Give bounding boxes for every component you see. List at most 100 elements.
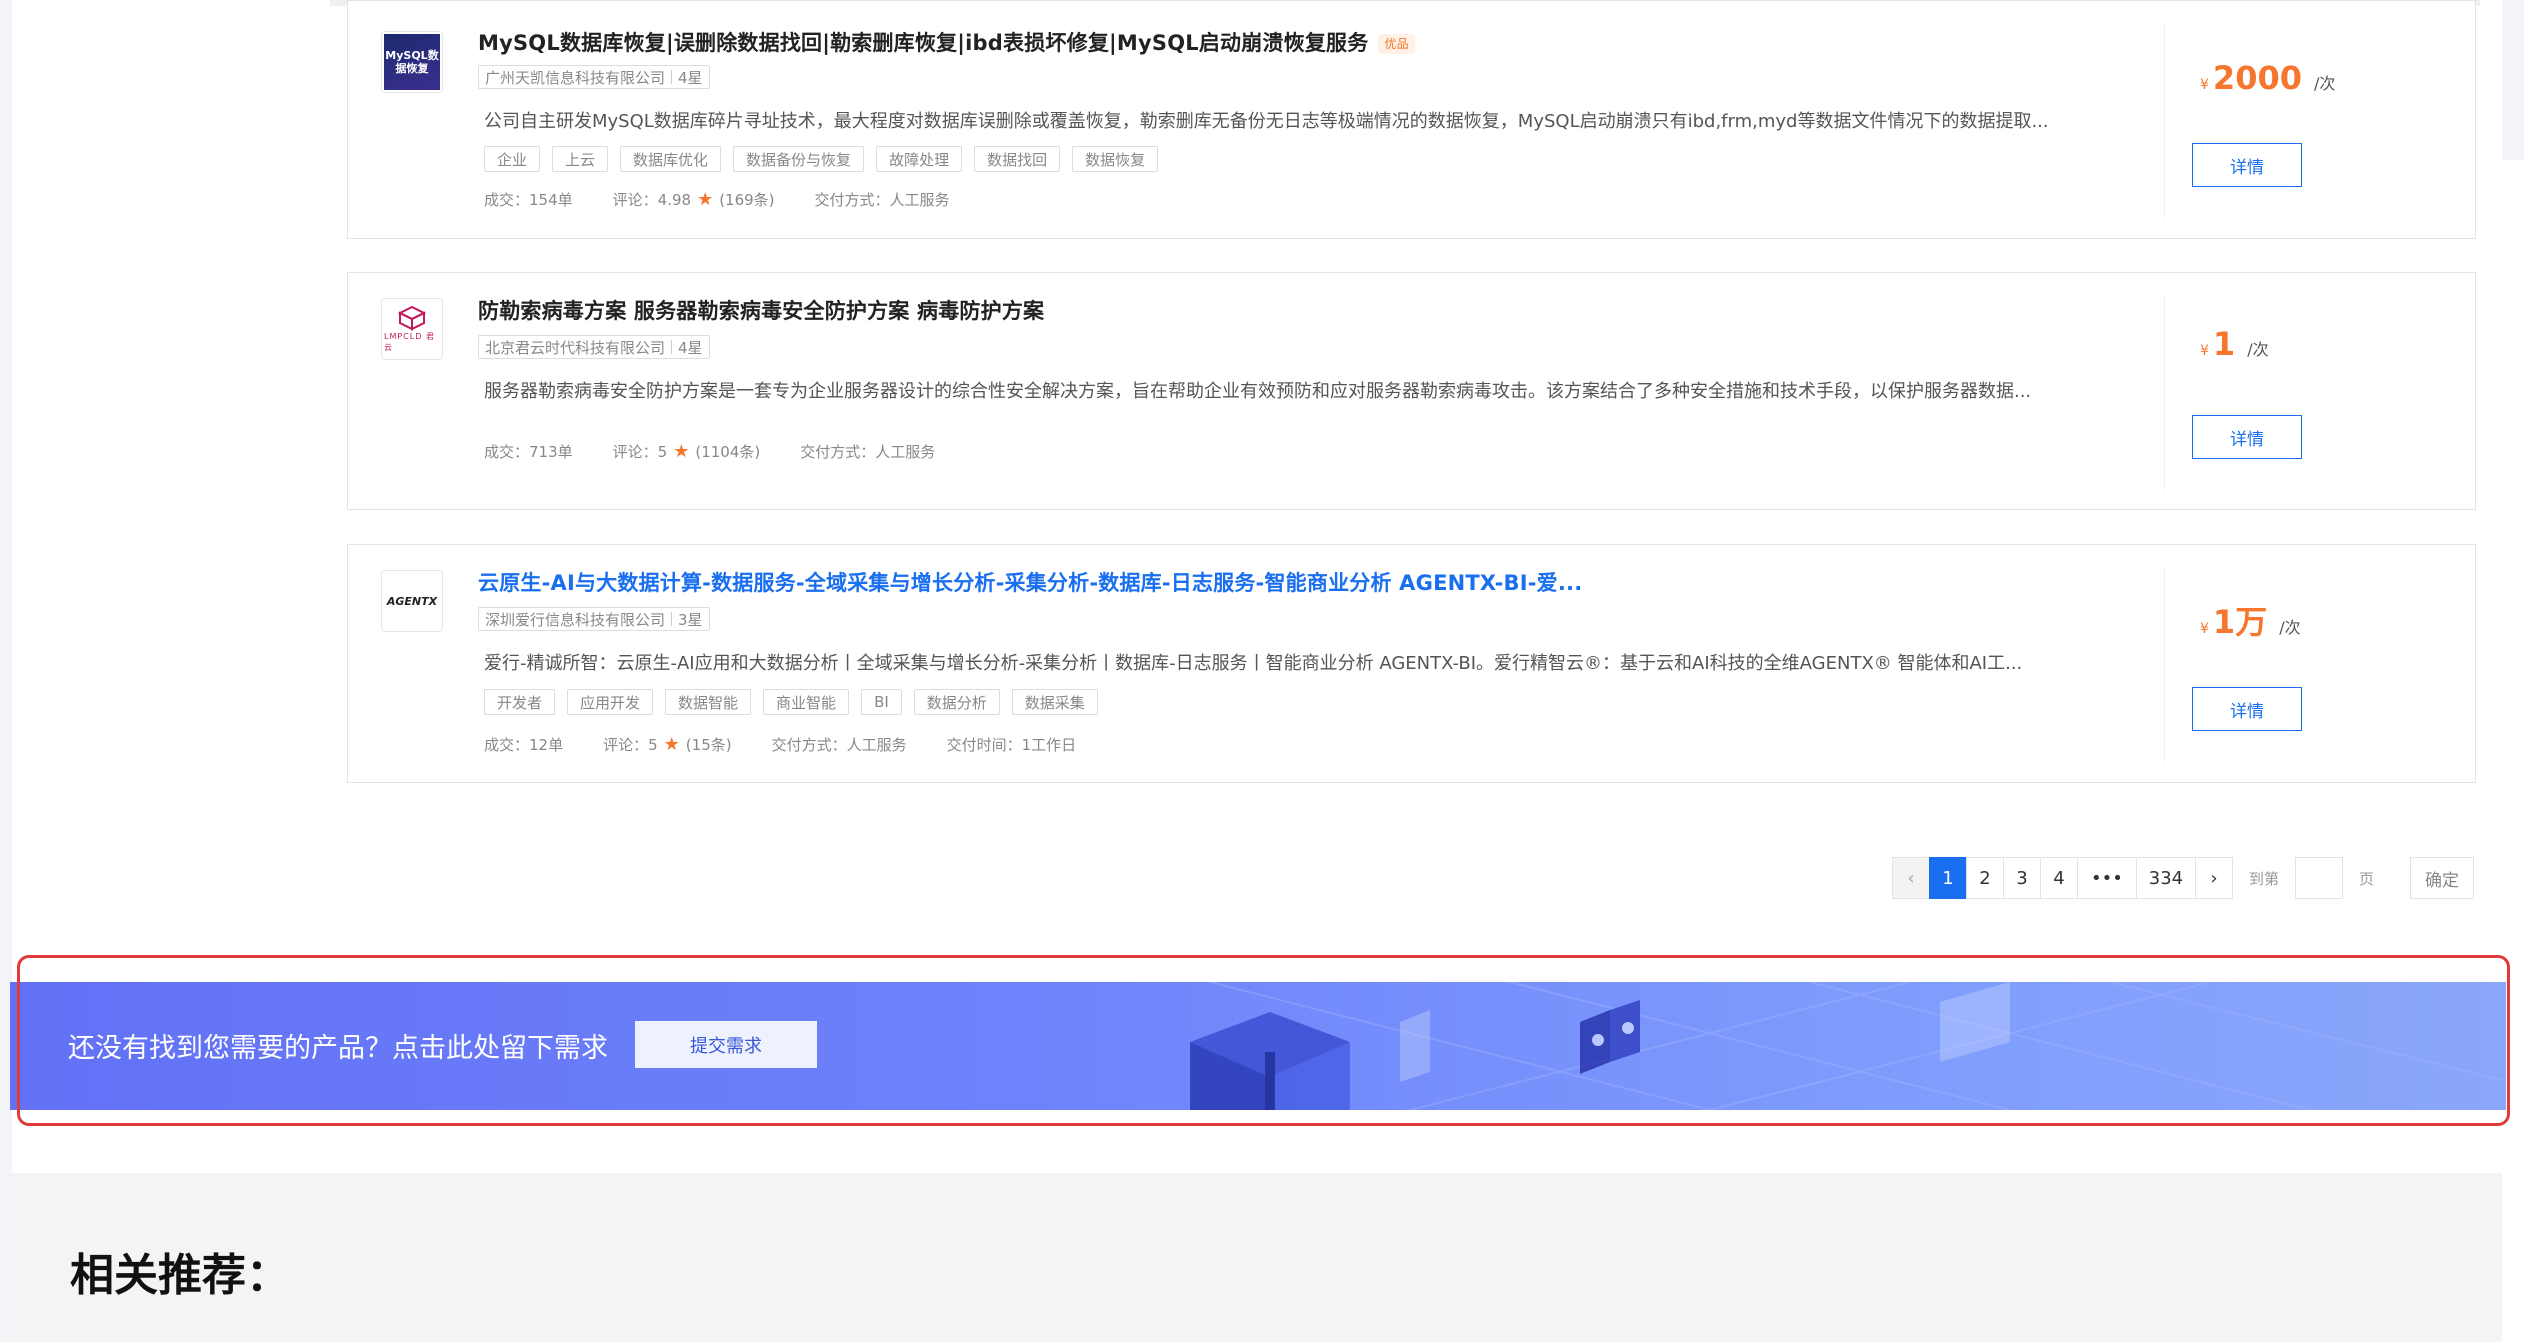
tag: 应用开发 (567, 689, 654, 715)
lmpcld-logo-icon: LMPCLD 君云 (384, 301, 440, 357)
delivery-method: 交付方式：人工服务 (814, 191, 950, 209)
product-description: 公司自主研发MySQL数据库碎片寻址技术，最大程度对数据库误删除或覆盖恢复，勒索… (484, 111, 2049, 132)
price-value: 1 (2212, 325, 2236, 363)
page-button-4[interactable]: 4 (2039, 857, 2078, 899)
tag-list: 开发者 应用开发 数据智能 商业智能 BI 数据分析 数据采集 (484, 689, 1098, 715)
tag: 企业 (484, 146, 541, 172)
rating-level: 4星 (678, 338, 703, 357)
tag: 数据智能 (665, 689, 752, 715)
card-divider (2164, 23, 2165, 218)
prev-page-button[interactable]: ‹ (1891, 857, 1930, 899)
product-price: ¥ 2000 /次 (2200, 59, 2335, 97)
card-divider (2164, 295, 2165, 490)
page-number-input[interactable] (2294, 857, 2343, 899)
tag: 数据分析 (913, 689, 1000, 715)
page-button-last[interactable]: 334 (2135, 857, 2196, 899)
star-icon: ★ (697, 189, 714, 210)
review-label: 评论： (612, 191, 658, 209)
tag: 开发者 (484, 689, 556, 715)
product-meta: 成交：154单 评论： 4.98 ★ (169条) 交付方式：人工服务 (484, 189, 990, 210)
product-card: LMPCLD 君云 防勒索病毒方案 服务器勒索病毒安全防护方案 病毒防护方案 北… (347, 272, 2476, 510)
page-suffix-label: 页 (2358, 869, 2374, 888)
product-meta: 成交：713单 评论： 5 ★ (1104条) 交付方式：人工服务 (484, 441, 975, 462)
company-tag: 广州天凯信息科技有限公司 4星 (478, 65, 710, 89)
tag-list: 企业 上云 数据库优化 数据备份与恢复 故障处理 数据找回 数据恢复 (484, 146, 1159, 172)
review-score: 5 (657, 442, 668, 461)
mysql-recovery-logo-icon: MySQL数据恢复 (384, 34, 440, 90)
star-icon: ★ (663, 734, 680, 755)
product-price: ¥ 1万 /次 (2200, 597, 2301, 643)
review-score: 4.98 (657, 190, 692, 209)
related-heading: 相关推荐： (70, 1250, 290, 1301)
cube-icon (397, 305, 427, 331)
product-card: AGENTX 云原生-AI与大数据计算-数据服务-全域采集与增长分析-采集分析-… (347, 544, 2476, 783)
deal-count: 成交：154单 (484, 191, 573, 209)
goto-confirm-button[interactable]: 确定 (2410, 857, 2474, 899)
card-divider (2164, 567, 2165, 762)
tag: 数据恢复 (1072, 146, 1159, 172)
deal-count: 成交：713单 (484, 443, 573, 461)
premium-badge: 优品 (1378, 34, 1415, 54)
rating-level: 4星 (678, 68, 703, 87)
currency-symbol: ¥ (2200, 621, 2209, 637)
tag: 数据备份与恢复 (733, 146, 865, 172)
price-unit: /次 (2313, 74, 2336, 93)
tag: 上云 (552, 146, 609, 172)
review-label: 评论： (603, 736, 649, 754)
price-value: 2000 (2212, 59, 2302, 97)
pagination: ‹ 1 2 3 4 ••• 334 › 到第 页 确定 (1891, 857, 2474, 899)
product-title-text[interactable]: MySQL数据库恢复|误删除数据找回|勒索删库恢复|ibd表损坏修复|MySQL… (478, 31, 1368, 55)
tag: 数据采集 (1011, 689, 1098, 715)
product-logo[interactable]: AGENTX (381, 570, 443, 632)
tag: 商业智能 (763, 689, 850, 715)
currency-symbol: ¥ (2200, 343, 2209, 359)
detail-button[interactable]: 详情 (2192, 415, 2302, 459)
company-tag: 北京君云时代科技有限公司 4星 (478, 335, 710, 359)
product-title[interactable]: 防勒索病毒方案 服务器勒索病毒安全防护方案 病毒防护方案 (478, 295, 1044, 325)
price-value: 1万 (2212, 603, 2268, 641)
tag: 数据找回 (974, 146, 1061, 172)
review-count: (169条) (719, 191, 775, 209)
product-description: 服务器勒索病毒安全防护方案是一套专为企业服务器设计的综合性安全解决方案，旨在帮助… (484, 381, 2032, 402)
review-info: 评论： 5 ★ (15条) (603, 734, 732, 755)
review-label: 评论： (612, 443, 658, 461)
page-button-1[interactable]: 1 (1928, 857, 1967, 899)
related-section: 相关推荐： (6, 1173, 2502, 1342)
product-logo[interactable]: LMPCLD 君云 (381, 298, 443, 360)
page-right-edge (2502, 0, 2524, 160)
review-score: 5 (648, 735, 658, 754)
review-count: (1104条) (695, 443, 761, 461)
page-ellipsis[interactable]: ••• (2076, 857, 2137, 899)
company-name: 北京君云时代科技有限公司 (485, 338, 666, 357)
product-logo[interactable]: MySQL数据恢复 (381, 31, 443, 93)
currency-symbol: ¥ (2200, 77, 2209, 93)
deal-count: 成交：12单 (484, 736, 564, 754)
goto-label: 到第 (2248, 869, 2279, 888)
review-count: (15条) (685, 736, 732, 754)
product-title[interactable]: 云原生-AI与大数据计算-数据服务-全域采集与增长分析-采集分析-数据库-日志服… (478, 567, 1582, 597)
company-tag: 深圳爱行信息科技有限公司 3星 (478, 607, 710, 631)
product-price: ¥ 1 /次 (2200, 325, 2269, 363)
product-meta: 成交：12单 评论： 5 ★ (15条) 交付方式：人工服务 交付时间：1工作日 (484, 734, 1116, 755)
detail-button[interactable]: 详情 (2192, 687, 2302, 731)
tag: BI (861, 689, 902, 715)
product-title[interactable]: MySQL数据库恢复|误删除数据找回|勒索删库恢复|ibd表损坏修复|MySQL… (478, 27, 1415, 57)
product-description: 爱行-精诚所智：云原生-AI应用和大数据分析丨全域采集与增长分析-采集分析丨数据… (484, 653, 2023, 674)
divider (671, 612, 673, 626)
delivery-time: 交付时间：1工作日 (946, 736, 1077, 754)
detail-button[interactable]: 详情 (2192, 143, 2302, 187)
star-icon: ★ (673, 441, 690, 462)
agentx-logo-icon: AGENTX (386, 594, 438, 608)
review-info: 评论： 5 ★ (1104条) (613, 441, 761, 462)
divider (671, 340, 673, 354)
company-name: 深圳爱行信息科技有限公司 (485, 610, 666, 629)
product-card: MySQL数据恢复 MySQL数据库恢复|误删除数据找回|勒索删库恢复|ibd表… (347, 0, 2476, 239)
rating-level: 3星 (678, 610, 703, 629)
page-button-2[interactable]: 2 (1965, 857, 2004, 899)
highlight-frame (17, 955, 2510, 1126)
divider (671, 70, 673, 84)
price-unit: /次 (2247, 340, 2269, 359)
page-button-3[interactable]: 3 (2002, 857, 2041, 899)
tag: 数据库优化 (620, 146, 722, 172)
next-page-button[interactable]: › (2194, 857, 2233, 899)
